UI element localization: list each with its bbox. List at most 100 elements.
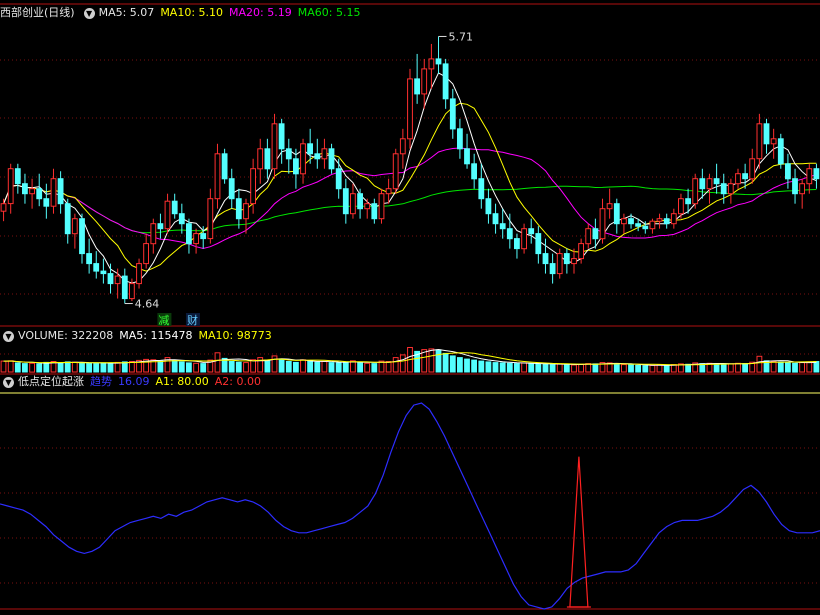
volume-bar-down — [720, 363, 727, 373]
candle-up — [364, 203, 371, 210]
volume-bar-down — [506, 362, 513, 373]
chevron-down-icon[interactable]: ▼ — [3, 376, 14, 388]
candle-down — [293, 158, 299, 175]
candle-up — [578, 243, 585, 260]
volume-bar-up — [114, 361, 121, 373]
candle-down — [64, 203, 71, 235]
volume-bar-up — [521, 362, 528, 373]
candle-down — [628, 218, 634, 225]
candle-down — [235, 198, 242, 220]
candle-down — [792, 178, 798, 195]
ma10-readout: MA10: 5.10 — [160, 6, 224, 19]
volume-bar-up — [129, 361, 135, 373]
candle-down — [171, 200, 178, 215]
trend-line — [0, 402, 820, 610]
wealth-badge-label: 财 — [187, 313, 198, 327]
volume-bar-up — [193, 362, 199, 373]
volume-bar-up — [321, 361, 328, 373]
volume-bar-down — [79, 362, 85, 373]
volume-bar-up — [364, 362, 371, 373]
volume-bar-down — [293, 361, 299, 373]
candle-up — [585, 228, 592, 245]
volume-bar-up — [428, 348, 435, 373]
candle-down — [186, 223, 192, 245]
volume-bar-up — [71, 361, 78, 373]
volume-bar-up — [806, 361, 813, 373]
candle-up — [749, 158, 756, 180]
chevron-down-icon[interactable]: ▼ — [83, 7, 95, 19]
candle-up — [521, 228, 528, 250]
candle-layer — [0, 36, 820, 304]
volume-bar-up — [214, 352, 221, 373]
volume-bar-up — [29, 362, 36, 373]
candle-up — [556, 253, 563, 275]
volume-bar-down — [14, 362, 21, 373]
candle-down — [478, 178, 485, 200]
candle-down — [720, 183, 727, 195]
candle-up — [727, 183, 734, 195]
candle-down — [549, 263, 556, 275]
volume-bar-down — [442, 352, 449, 373]
candle-down — [464, 148, 470, 165]
candle-up — [399, 138, 406, 155]
candle-down — [178, 213, 185, 225]
volume-bar-down — [713, 363, 720, 373]
candle-up — [670, 213, 677, 225]
candle-down — [763, 123, 770, 145]
volume-bar-down — [200, 363, 207, 373]
volume-bar-down — [542, 363, 549, 373]
candle-down — [492, 213, 499, 225]
volume-bar-down — [492, 362, 499, 373]
candle-down — [642, 225, 649, 230]
ma60-readout: MA60: 5.15 — [297, 6, 361, 19]
volume-bar-down — [813, 361, 820, 373]
volume-bar-down — [121, 361, 128, 373]
candle-up — [407, 78, 413, 140]
volume-bar-down — [307, 360, 314, 373]
candle-up — [7, 168, 14, 205]
volume-bar-down — [107, 362, 114, 373]
candle-down — [22, 183, 28, 195]
candle-down — [592, 228, 599, 240]
high-marker-label: 5.71 — [449, 30, 474, 43]
volume-bar-up — [0, 360, 7, 373]
volume-bar-down — [264, 360, 271, 373]
candle-down — [528, 228, 535, 235]
volume-bar-down — [371, 363, 378, 373]
candle-up — [164, 200, 171, 230]
indicator-name: 低点定位起涨 — [18, 375, 84, 388]
candle-up — [770, 138, 777, 145]
price-header: 西部创业(日线) ▼ MA5: 5.07 MA10: 5.10 MA20: 5.… — [0, 5, 366, 21]
candle-down — [14, 168, 21, 185]
volume-bar-down — [314, 361, 321, 373]
candle-down — [485, 198, 492, 215]
candle-up — [706, 178, 713, 190]
candle-up — [606, 203, 613, 210]
volume-bar-down — [342, 361, 349, 373]
candle-down — [328, 148, 335, 170]
candle-up — [0, 203, 7, 212]
candle-up — [571, 258, 577, 265]
candle-down — [100, 270, 107, 275]
volume-bar-down — [228, 361, 235, 373]
candle-up — [756, 123, 763, 160]
candle-down — [742, 173, 749, 180]
candle-up — [649, 220, 656, 230]
candle-up — [207, 198, 214, 240]
candle-up — [50, 178, 57, 207]
volume-bar-down — [86, 362, 92, 373]
candle-down — [613, 203, 620, 225]
ma5-readout: MA5: 5.07 — [98, 6, 155, 19]
volume-bar-up — [649, 364, 656, 373]
volume-bar-down — [514, 363, 520, 373]
stock-name: 西部创业(日线) — [0, 6, 75, 19]
candle-up — [250, 168, 256, 205]
candle-down — [93, 263, 100, 272]
chevron-down-icon[interactable]: ▼ — [3, 330, 14, 342]
candle-up — [599, 208, 606, 240]
volume-layer — [0, 347, 820, 373]
indicator-header: ▼ 低点定位起涨 趋势 16.09 A1: 80.00 A2: 0.00 — [0, 374, 267, 390]
trend-value: 16.09 — [118, 375, 150, 388]
candle-down — [535, 233, 542, 255]
candle-down — [542, 253, 549, 265]
